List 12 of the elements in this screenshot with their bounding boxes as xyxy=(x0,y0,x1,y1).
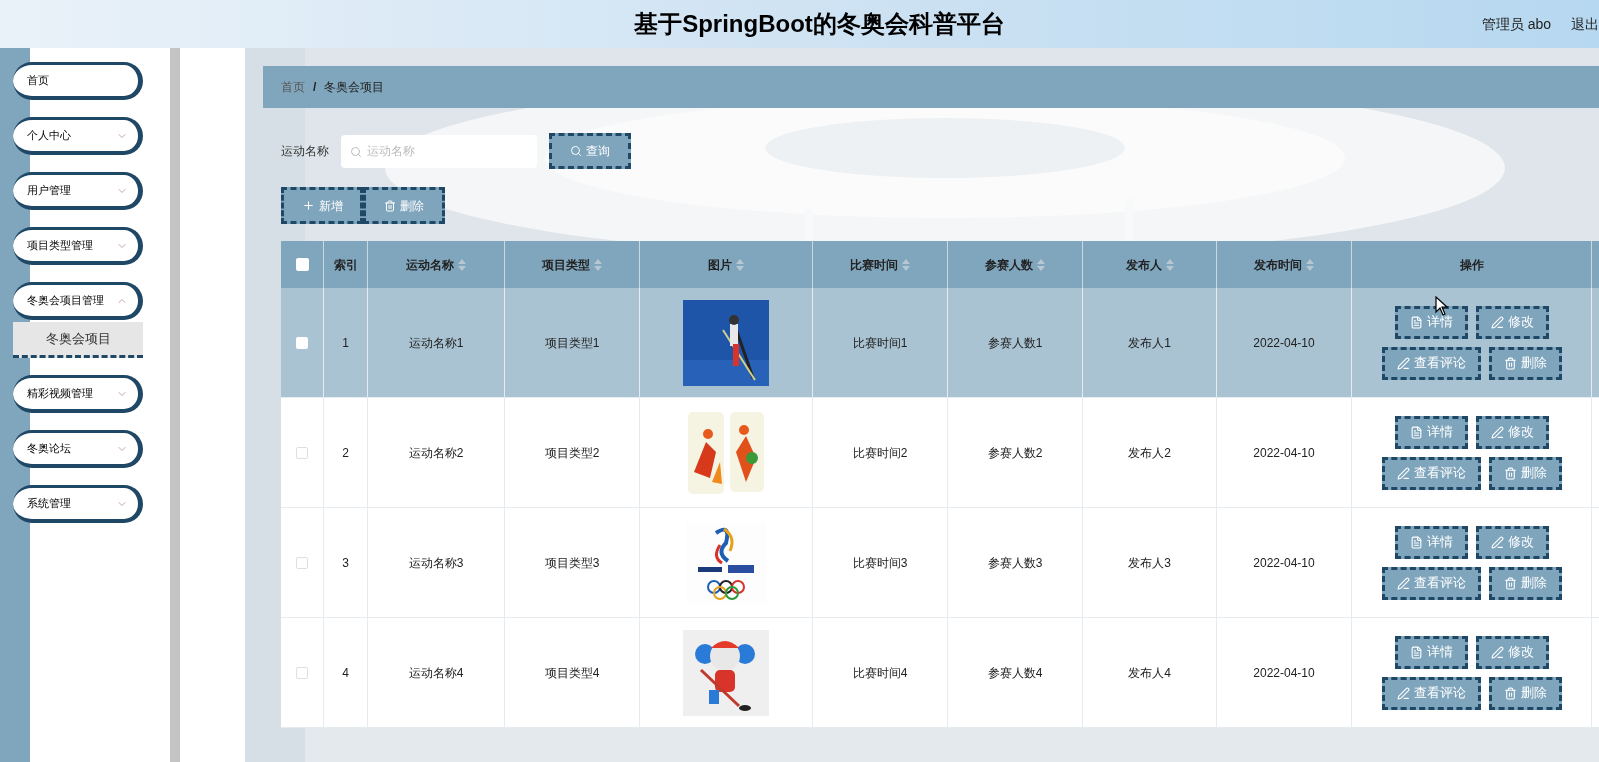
sidebar-item[interactable]: 系统管理 xyxy=(13,485,143,523)
sidebar-item[interactable]: 首页 xyxy=(13,62,143,100)
page-title: 基于SpringBoot的冬奥会科普平台 xyxy=(634,9,1005,39)
user-label: 管理员 abo xyxy=(1481,14,1551,34)
logout-link[interactable]: 退出 xyxy=(1571,13,1599,35)
sidebar-item[interactable]: 项目类型管理 xyxy=(13,227,143,265)
sidebar-item[interactable]: 用户管理 xyxy=(13,172,143,210)
sidebar-item[interactable]: 冬奥会项目管理 xyxy=(13,282,143,320)
sidebar-item[interactable]: 冬奥论坛 xyxy=(13,430,143,468)
submenu-item[interactable]: 冬奥会项目 xyxy=(13,322,143,358)
sidebar-item[interactable]: 个人中心 xyxy=(13,117,143,155)
sidebar-item[interactable]: 精彩视频管理 xyxy=(13,375,143,413)
